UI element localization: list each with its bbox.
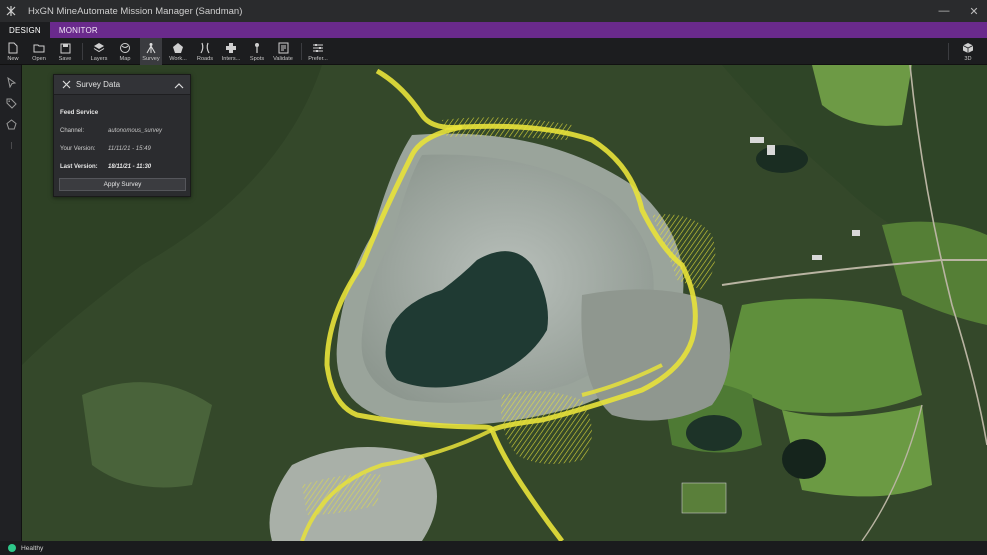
work-areas-label: Work... — [169, 56, 187, 62]
survey-data-panel: Survey Data Feed Service Channel: autono… — [53, 74, 191, 197]
feed-service-heading: Feed Service — [60, 109, 99, 116]
preferences-icon — [312, 42, 324, 54]
preferences-label: Prefer... — [308, 56, 328, 62]
view-3d-label: 3D — [964, 56, 972, 62]
tab-design[interactable]: DESIGN — [0, 22, 50, 38]
your-version-label: Your Version: — [60, 146, 96, 152]
layers-icon — [93, 42, 105, 54]
building — [750, 137, 764, 143]
close-icon: ✕ — [969, 5, 979, 18]
work-area-icon — [172, 42, 184, 54]
building — [812, 255, 822, 260]
preferences-button[interactable]: Prefer... — [305, 38, 331, 65]
spots-button[interactable]: Spots — [247, 38, 267, 65]
save-button[interactable]: Save — [55, 38, 75, 65]
polygon-icon[interactable] — [4, 117, 18, 131]
building — [767, 145, 775, 155]
panel-header: Survey Data — [54, 75, 190, 95]
close-icon — [62, 80, 70, 89]
save-icon — [59, 42, 71, 54]
validate-button[interactable]: Validate — [271, 38, 295, 65]
layers-button[interactable]: Layers — [88, 38, 110, 65]
mode-tab-bar: DESIGN MONITOR — [0, 22, 987, 38]
close-window-button[interactable]: ✕ — [963, 0, 985, 22]
left-tool-rail — [0, 65, 22, 541]
roads-icon — [199, 42, 211, 54]
open-label: Open — [32, 56, 46, 62]
new-file-icon — [7, 42, 19, 54]
roads-label: Roads — [196, 56, 214, 62]
apply-survey-button[interactable]: Apply Survey — [59, 178, 186, 191]
last-version-row: Last Version: 18/11/21 - 11:30 — [60, 164, 151, 170]
channel-value: autonomous_survey — [108, 128, 163, 134]
app-logo-icon — [0, 0, 22, 22]
survey-label: Survey — [142, 56, 160, 62]
minimize-button[interactable]: — — [933, 0, 955, 22]
work-areas-button[interactable]: Work... — [166, 38, 190, 65]
pond — [681, 482, 727, 514]
new-label: New — [7, 56, 19, 62]
folder-icon — [33, 42, 45, 54]
channel-label: Channel: — [60, 128, 85, 134]
validate-icon — [277, 42, 289, 54]
spots-icon — [251, 42, 263, 54]
status-bar: Healthy — [0, 541, 987, 555]
your-version-row: Your Version: 11/11/21 - 15:49 — [60, 146, 151, 152]
your-version-value: 11/11/21 - 15:49 — [108, 146, 151, 152]
tag-icon[interactable] — [4, 96, 18, 110]
view-3d-button[interactable]: 3D — [958, 38, 978, 65]
intersections-button[interactable]: Inters... — [220, 38, 242, 65]
map-button[interactable]: Map — [115, 38, 135, 65]
validate-label: Validate — [273, 56, 293, 62]
collapse-panel-button[interactable] — [172, 78, 186, 92]
main-toolbar: New Open Save Layers Map Survey Work... — [0, 38, 987, 65]
app-window: HxGN MineAutomate Mission Manager (Sandm… — [0, 0, 987, 555]
layers-label: Layers — [90, 56, 108, 62]
open-button[interactable]: Open — [29, 38, 49, 65]
last-version-label: Last Version: — [60, 164, 98, 170]
survey-button[interactable]: Survey — [140, 38, 162, 65]
window-title: HxGN MineAutomate Mission Manager (Sandm… — [28, 5, 243, 17]
last-version-value: 18/11/21 - 11:30 — [108, 164, 152, 170]
pond — [782, 439, 826, 479]
intersection-icon — [225, 42, 237, 54]
tab-monitor[interactable]: MONITOR — [50, 22, 107, 38]
toolbar-divider — [82, 43, 83, 60]
toolbar-divider — [301, 43, 302, 60]
pond — [686, 415, 742, 451]
chevron-up-icon — [174, 82, 184, 88]
health-status-text: Healthy — [21, 544, 44, 552]
rail-more-icon — [4, 138, 18, 152]
new-button[interactable]: New — [4, 38, 22, 65]
panel-title: Survey Data — [76, 80, 121, 89]
spots-label: Spots — [249, 56, 265, 62]
cube-icon — [962, 42, 974, 54]
building — [852, 230, 860, 236]
select-arrow-icon[interactable] — [4, 75, 18, 89]
map-label: Map — [119, 56, 131, 62]
close-panel-button[interactable] — [58, 75, 74, 95]
intersections-label: Inters... — [221, 56, 241, 62]
map-icon — [119, 42, 131, 54]
channel-row: Channel: autonomous_survey — [60, 128, 162, 134]
survey-icon — [145, 42, 157, 54]
toolbar-divider — [948, 43, 949, 60]
health-status-icon — [8, 544, 16, 552]
minimize-icon: — — [938, 5, 950, 17]
pond — [756, 145, 808, 173]
save-label: Save — [58, 56, 72, 62]
roads-button[interactable]: Roads — [194, 38, 216, 65]
title-bar: HxGN MineAutomate Mission Manager (Sandm… — [0, 0, 987, 22]
